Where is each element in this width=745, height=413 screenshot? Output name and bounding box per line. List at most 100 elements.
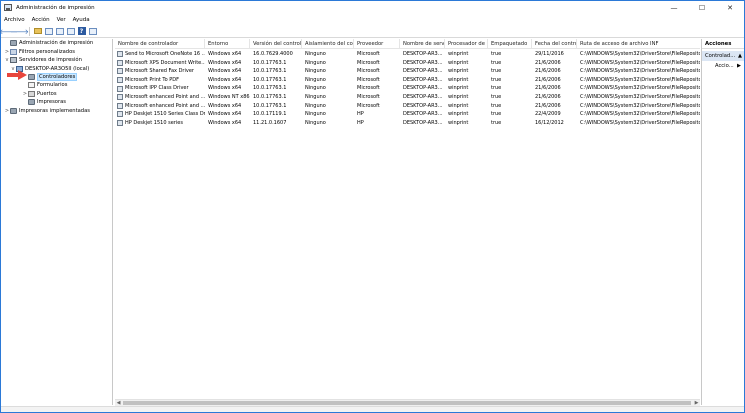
- cell-inf-path: C:\WINDOWS\System32\DriverStore\FileRepo…: [580, 51, 700, 57]
- red-arrow-annotation-icon: [7, 70, 27, 80]
- actions-section-drivers[interactable]: Controlad... ▲: [702, 51, 744, 61]
- cell-driver-version: 11.21.0.1607: [253, 119, 287, 126]
- printer-driver-icon: [117, 68, 123, 75]
- cell-print-processor: winprint: [448, 76, 469, 83]
- table-row[interactable]: Microsoft Print To PDF Windows x64 10.0.17…: [115, 76, 700, 85]
- maximize-button[interactable]: ☐: [688, 1, 716, 14]
- printer-driver-icon: [117, 77, 123, 84]
- menu-ver[interactable]: Ver: [57, 17, 66, 23]
- cell-server-name: DESKTOP-AR3...: [403, 76, 443, 83]
- cell-driver-name: Microsoft enhanced Point and ...: [115, 102, 205, 111]
- cell-environment: Windows x64: [208, 119, 242, 126]
- column-header-inf-path[interactable]: Ruta de acceso de archivo INF: [577, 39, 700, 49]
- tree-item-deployed-printers[interactable]: > Impresoras implementadas: [4, 107, 90, 115]
- column-header-print-processor[interactable]: Procesador de impresión: [445, 39, 488, 49]
- cell-server-name: DESKTOP-AR3...: [403, 102, 443, 109]
- cell-environment: Windows x64: [208, 76, 242, 83]
- cell-driver-isolation: Ninguno: [305, 119, 326, 126]
- column-header-driver-name[interactable]: Nombre de controlador: [115, 39, 205, 49]
- filter-icon: [10, 48, 17, 55]
- table-row[interactable]: Microsoft XPS Document Write... Windows x…: [115, 59, 700, 68]
- tree-item-forms[interactable]: Formularios: [22, 81, 67, 89]
- cell-print-processor: winprint: [448, 68, 469, 75]
- cell-packaged: true: [491, 76, 502, 83]
- table-row[interactable]: Microsoft IPP Class Driver Windows x64 10.…: [115, 84, 700, 93]
- cell-print-processor: winprint: [448, 59, 469, 66]
- document-icon: [28, 82, 35, 88]
- minimize-button[interactable]: —: [660, 1, 688, 14]
- menu-accion[interactable]: Acción: [32, 17, 50, 23]
- tree-item-printers[interactable]: Impresoras: [22, 98, 66, 106]
- cell-driver-version: 10.0.17763.1: [253, 93, 287, 100]
- column-header-server-name[interactable]: Nombre de servidor: [400, 39, 445, 49]
- up-folder-button[interactable]: [33, 27, 42, 36]
- horizontal-scrollbar[interactable]: ◀ ▶: [115, 399, 700, 406]
- table-row[interactable]: Microsoft enhanced Point and ... Windows …: [115, 93, 700, 102]
- tree-item-ports[interactable]: > Puertos: [22, 90, 57, 98]
- menu-archivo[interactable]: Archivo: [4, 17, 25, 23]
- cell-driver-name: Microsoft Print To PDF: [115, 76, 205, 85]
- help-button[interactable]: ?: [77, 27, 86, 36]
- cell-driver-name: Microsoft XPS Document Write...: [115, 59, 205, 68]
- properties-button[interactable]: [66, 27, 75, 36]
- driver-name-text: Microsoft XPS Document Write...: [125, 59, 205, 66]
- action-pane-button[interactable]: [88, 27, 97, 36]
- more-actions-item[interactable]: Accio... ▶: [702, 61, 744, 71]
- cell-packaged: true: [491, 85, 502, 92]
- column-header-driver-version[interactable]: Versión del controlador: [250, 39, 302, 49]
- printer-driver-icon: [117, 102, 123, 109]
- column-header-packaged[interactable]: Empaquetado: [488, 39, 532, 49]
- tree-item-print-management[interactable]: Administración de impresión: [4, 39, 93, 47]
- close-button[interactable]: ✕: [716, 1, 744, 14]
- column-header-environment[interactable]: Entorno: [205, 39, 250, 49]
- cell-environment: Windows x64: [208, 85, 242, 92]
- cell-driver-version: 10.0.17763.1: [253, 59, 287, 66]
- tree-item-print-servers[interactable]: v Servidores de impresión: [4, 56, 82, 64]
- collapse-up-icon[interactable]: ▲: [738, 51, 742, 61]
- cell-provider: Microsoft: [357, 68, 380, 75]
- print-management-window: Administración de impresión — ☐ ✕ Archiv…: [0, 0, 745, 413]
- list-body: Send to Microsoft OneNote 16 ... Windows …: [115, 50, 700, 127]
- drivers-list: Nombre de controlador Entorno Versión de…: [115, 39, 700, 405]
- menu-ayuda[interactable]: Ayuda: [73, 17, 90, 23]
- cell-server-name: DESKTOP-AR3...: [403, 68, 443, 75]
- cell-environment: Windows x64: [208, 51, 242, 57]
- tree-item-custom-filters[interactable]: > Filtros personalizados: [4, 48, 75, 56]
- cell-driver-name: Send to Microsoft OneNote 16 ...: [115, 50, 205, 59]
- navigation-tree: Administración de impresión > Filtros pe…: [2, 39, 113, 405]
- tree-item-drivers[interactable]: Controladores: [22, 72, 78, 81]
- driver-name-text: Microsoft Shared Fax Driver: [125, 68, 194, 75]
- forward-arrow-icon[interactable]: 🡒: [10, 27, 29, 36]
- cell-print-processor: winprint: [448, 51, 469, 57]
- cell-server-name: DESKTOP-AR3...: [403, 111, 443, 118]
- cell-server-name: DESKTOP-AR3...: [403, 119, 443, 126]
- tree-item-label: Impresoras implementadas: [19, 107, 90, 114]
- table-row[interactable]: HP Deskjet 1510 series Windows x64 11.21.0…: [115, 119, 700, 128]
- cell-driver-date: 21/6/2006: [535, 59, 561, 66]
- print-management-app-icon: [4, 4, 12, 11]
- table-row[interactable]: Microsoft enhanced Point and ... Windows …: [115, 102, 700, 111]
- cell-driver-version: 10.0.17763.1: [253, 102, 287, 109]
- folder-icon: [33, 28, 42, 34]
- table-row[interactable]: Microsoft Shared Fax Driver Windows x64 10…: [115, 67, 700, 76]
- tree-item-label: Controladores: [37, 72, 78, 81]
- show-hide-tree-button[interactable]: [44, 27, 53, 36]
- window-title: Administración de impresión: [16, 4, 95, 11]
- driver-name-text: HP Deskjet 1510 Series Class Dri...: [125, 111, 205, 118]
- cell-provider: Microsoft: [357, 85, 380, 92]
- driver-name-text: Microsoft IPP Class Driver: [125, 85, 189, 92]
- export-list-button[interactable]: [55, 27, 64, 36]
- tree-item-label: Servidores de impresión: [19, 57, 82, 63]
- scrollbar-thumb[interactable]: [123, 401, 691, 405]
- table-row[interactable]: HP Deskjet 1510 Series Class Dri... Windo…: [115, 110, 700, 119]
- cell-packaged: true: [491, 59, 502, 66]
- cell-provider: Microsoft: [357, 76, 380, 83]
- column-header-driver-isolation[interactable]: Aislamiento del controlador: [302, 39, 354, 49]
- cell-driver-isolation: Ninguno: [305, 102, 326, 109]
- cell-print-processor: winprint: [448, 119, 469, 126]
- column-header-driver-date[interactable]: Fecha del controlador: [532, 39, 577, 49]
- console-tree-icon: [44, 27, 53, 35]
- table-row[interactable]: Send to Microsoft OneNote 16 ... Windows …: [115, 50, 700, 59]
- toolbar-separator: [29, 26, 30, 36]
- column-header-provider[interactable]: Proveedor: [354, 39, 400, 49]
